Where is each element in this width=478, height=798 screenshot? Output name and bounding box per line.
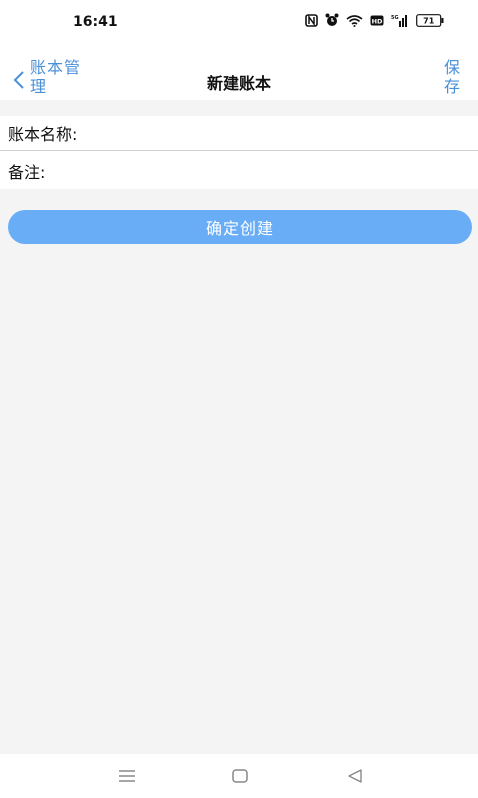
status-icons: HD 5G 71 xyxy=(305,13,444,27)
status-bar: 16:41 HD 5G 71 xyxy=(0,0,478,44)
svg-text:5G: 5G xyxy=(391,15,399,21)
svg-text:HD: HD xyxy=(372,17,383,25)
note-row: 备注: xyxy=(0,153,478,189)
nav-bar: 账本管理 新建账本 保存 xyxy=(0,44,478,100)
system-nav-bar xyxy=(0,754,478,798)
ledger-name-row: 账本名称: xyxy=(0,116,478,151)
signal-icon: 5G xyxy=(391,14,409,27)
ledger-name-input[interactable] xyxy=(81,119,468,147)
status-time: 16:41 xyxy=(73,14,118,30)
battery-level: 71 xyxy=(423,16,435,25)
hd-icon: HD xyxy=(370,15,384,26)
note-label: 备注: xyxy=(8,163,46,182)
save-button[interactable]: 保存 xyxy=(444,58,464,96)
page-title: 新建账本 xyxy=(206,74,271,93)
battery-icon: 71 xyxy=(416,13,444,27)
ledger-name-label: 账本名称: xyxy=(8,125,78,144)
nfc-icon xyxy=(305,13,318,27)
back-icon[interactable] xyxy=(345,766,365,790)
alarm-icon xyxy=(325,13,339,27)
wifi-icon xyxy=(346,14,363,27)
menu-icon[interactable] xyxy=(117,766,137,790)
ledger-form: 账本名称: 备注: xyxy=(0,116,478,189)
home-icon[interactable] xyxy=(230,766,250,790)
create-ledger-button[interactable]: 确定创建 xyxy=(8,210,472,244)
note-input[interactable] xyxy=(49,157,468,185)
